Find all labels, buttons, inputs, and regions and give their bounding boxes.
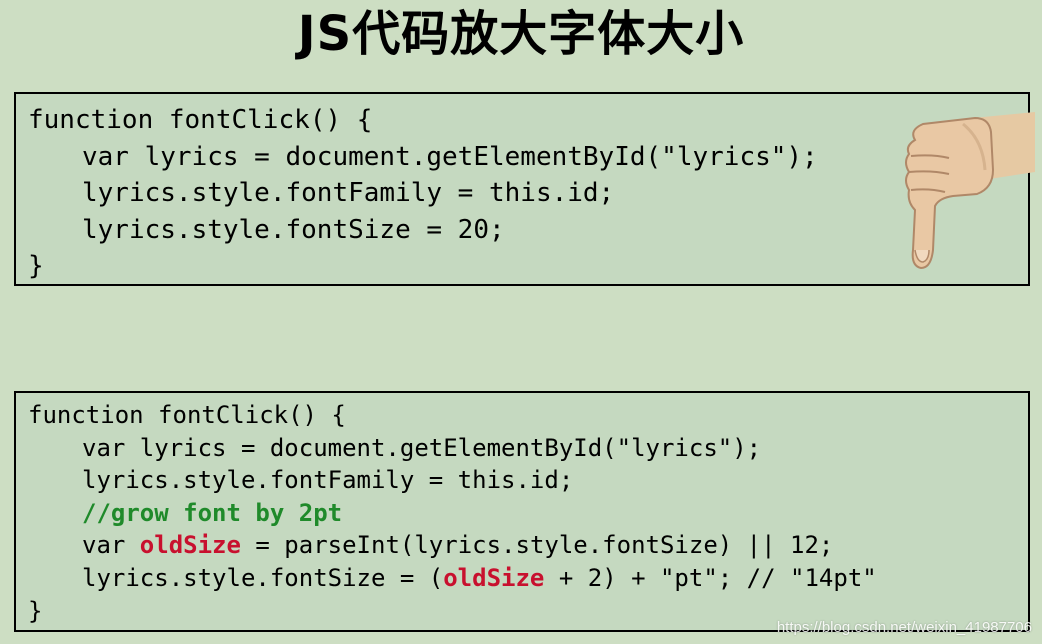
- code-line: var lyrics = document.getElementById("ly…: [82, 141, 818, 172]
- code-line: lyrics.style.fontFamily = this.id;: [82, 466, 574, 495]
- code-token: lyrics.style.fontSize = (: [82, 563, 444, 592]
- code-token: = parseInt(lyrics.style.fontSize) || 12;: [240, 531, 834, 560]
- code-line: }: [28, 251, 44, 281]
- code-token: + 2) + "pt"; // "14pt": [544, 563, 877, 592]
- thumbs-down-icon: [905, 112, 1035, 270]
- code-line: lyrics.style.fontFamily = this.id;: [82, 178, 615, 208]
- code-line: lyrics.style.fontSize = 20;: [82, 214, 505, 245]
- code-line: function fontClick() {: [28, 105, 373, 135]
- highlighted-variable: oldSize: [443, 563, 545, 592]
- code-block-after: function fontClick() { var lyrics = docum…: [14, 391, 1030, 632]
- code-line: var lyrics = document.getElementById("ly…: [82, 433, 762, 462]
- code-comment: //grow font by 2pt: [82, 498, 343, 527]
- code-block-before: function fontClick() { var lyrics = docum…: [14, 92, 1030, 286]
- watermark: https://blog.csdn.net/weixin_41987706: [776, 619, 1032, 636]
- code-line: function fontClick() {: [28, 401, 346, 429]
- slide-title: JS代码放大字体大小: [297, 6, 745, 62]
- code-line: var oldSize = parseInt(lyrics.style.font…: [28, 529, 1028, 562]
- highlighted-variable: oldSize: [139, 531, 241, 560]
- code-line: lyrics.style.fontSize = (oldSize + 2) + …: [28, 562, 1028, 595]
- code-token: var: [82, 531, 140, 560]
